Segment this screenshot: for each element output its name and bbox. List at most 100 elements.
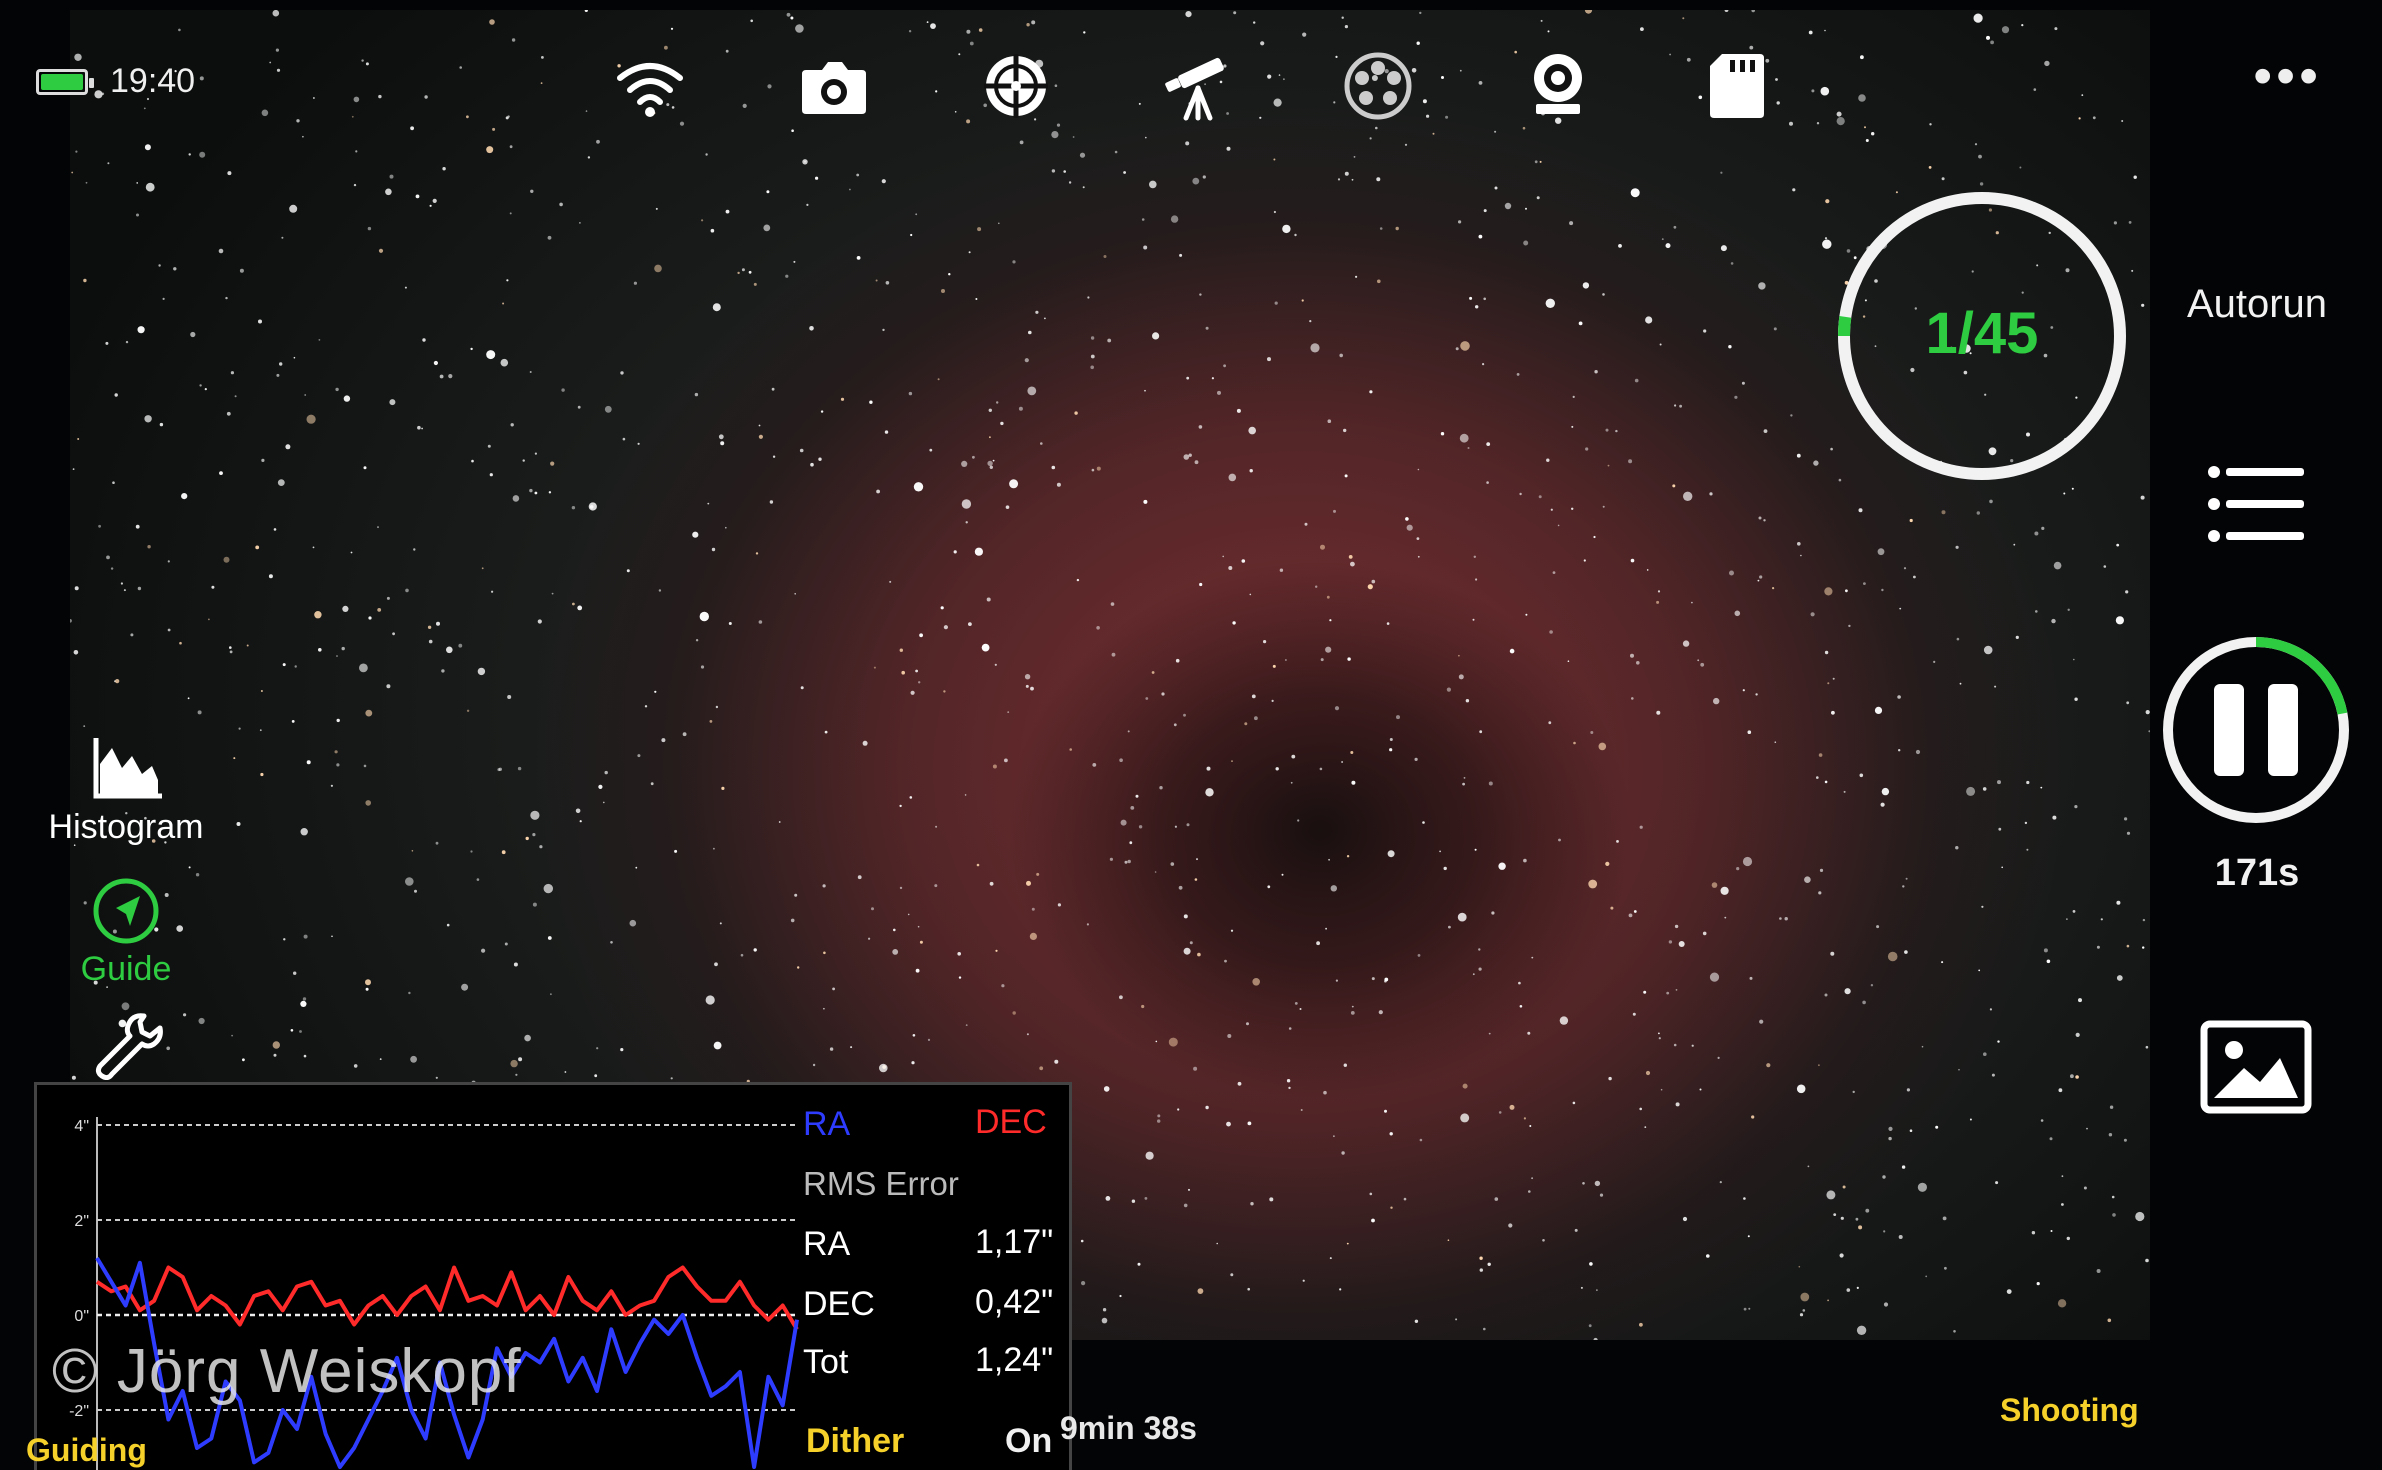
star <box>1198 425 1203 429</box>
guide-button[interactable]: Guide <box>36 876 216 989</box>
star <box>725 526 727 529</box>
star <box>908 391 913 396</box>
star <box>1711 882 1718 888</box>
star <box>1800 554 1802 557</box>
star <box>74 586 79 591</box>
gallery-icon[interactable] <box>2200 1020 2312 1114</box>
guide-camera-icon[interactable] <box>1520 48 1596 124</box>
star <box>1953 1330 1956 1333</box>
star <box>1978 969 1981 972</box>
star <box>994 663 997 666</box>
star <box>1998 827 2002 831</box>
star <box>2033 88 2037 91</box>
star <box>992 459 995 462</box>
star <box>661 738 666 743</box>
star <box>2061 1203 2064 1206</box>
star <box>1844 988 1851 995</box>
star <box>1090 354 1095 359</box>
star <box>987 460 993 467</box>
star <box>1101 1317 1108 1324</box>
star <box>414 889 417 893</box>
star <box>1830 951 1835 956</box>
star <box>850 1046 853 1049</box>
more-icon[interactable]: ••• <box>2253 49 2322 103</box>
star <box>1230 1273 1234 1277</box>
star <box>919 940 923 944</box>
star <box>1808 30 1813 35</box>
star <box>1069 748 1072 751</box>
star <box>785 274 789 278</box>
star <box>1534 160 1538 164</box>
star <box>869 400 873 404</box>
autorun-button[interactable]: Autorun <box>2172 282 2342 327</box>
star <box>355 150 358 153</box>
star <box>1720 171 1723 174</box>
star <box>509 212 512 215</box>
star <box>2057 1299 2067 1308</box>
star <box>1995 1181 1999 1185</box>
star <box>1054 84 1058 87</box>
star <box>579 820 582 823</box>
settings-button[interactable] <box>36 1010 216 1080</box>
camera-icon[interactable] <box>796 48 872 124</box>
star <box>1818 753 1823 757</box>
star <box>1389 1132 1393 1136</box>
star <box>429 204 432 207</box>
star <box>937 378 940 381</box>
star <box>159 422 164 427</box>
star <box>1472 973 1475 976</box>
wifi-icon[interactable] <box>612 48 688 124</box>
star <box>986 597 991 602</box>
star <box>1250 1202 1254 1206</box>
star <box>1369 1192 1373 1196</box>
star <box>489 473 493 477</box>
star <box>882 328 885 332</box>
star <box>1874 706 1883 715</box>
star <box>1580 1286 1583 1289</box>
star <box>1675 989 1678 991</box>
star <box>1329 1257 1332 1260</box>
star <box>670 27 674 30</box>
star <box>1319 767 1323 771</box>
star <box>2081 94 2084 96</box>
star <box>806 203 809 206</box>
telescope-icon[interactable] <box>1160 48 1236 124</box>
filter-wheel-icon[interactable] <box>1340 48 1416 124</box>
star <box>71 171 74 174</box>
star <box>737 271 740 275</box>
star <box>2108 1133 2113 1137</box>
star <box>515 1073 518 1076</box>
star <box>1448 925 1451 929</box>
star <box>1858 1225 1863 1230</box>
star <box>1026 880 1031 886</box>
star <box>530 810 540 820</box>
star <box>674 849 678 853</box>
sd-card-icon[interactable] <box>1700 48 1776 124</box>
dither-toggle[interactable]: On <box>1005 1422 1052 1461</box>
star <box>620 1048 624 1052</box>
focuser-icon[interactable] <box>978 48 1054 124</box>
star <box>1639 1107 1642 1111</box>
star <box>336 763 340 767</box>
pause-button[interactable] <box>2158 632 2354 828</box>
list-menu-icon[interactable] <box>2206 462 2306 546</box>
star <box>954 111 957 113</box>
star <box>1119 995 1123 1000</box>
star <box>2145 1258 2149 1263</box>
star <box>992 764 997 769</box>
star <box>1001 984 1005 988</box>
star <box>1056 482 1061 487</box>
star <box>1545 298 1556 308</box>
star <box>1279 568 1284 572</box>
star <box>314 611 322 619</box>
star <box>1178 885 1183 890</box>
star <box>1107 338 1112 343</box>
star <box>1784 917 1788 921</box>
star <box>1686 57 1691 62</box>
star <box>1759 1019 1764 1024</box>
star <box>1796 1084 1806 1094</box>
histogram-button[interactable]: Histogram <box>36 734 216 847</box>
star <box>1012 260 1016 264</box>
star <box>1127 859 1131 864</box>
star <box>1540 19 1543 22</box>
